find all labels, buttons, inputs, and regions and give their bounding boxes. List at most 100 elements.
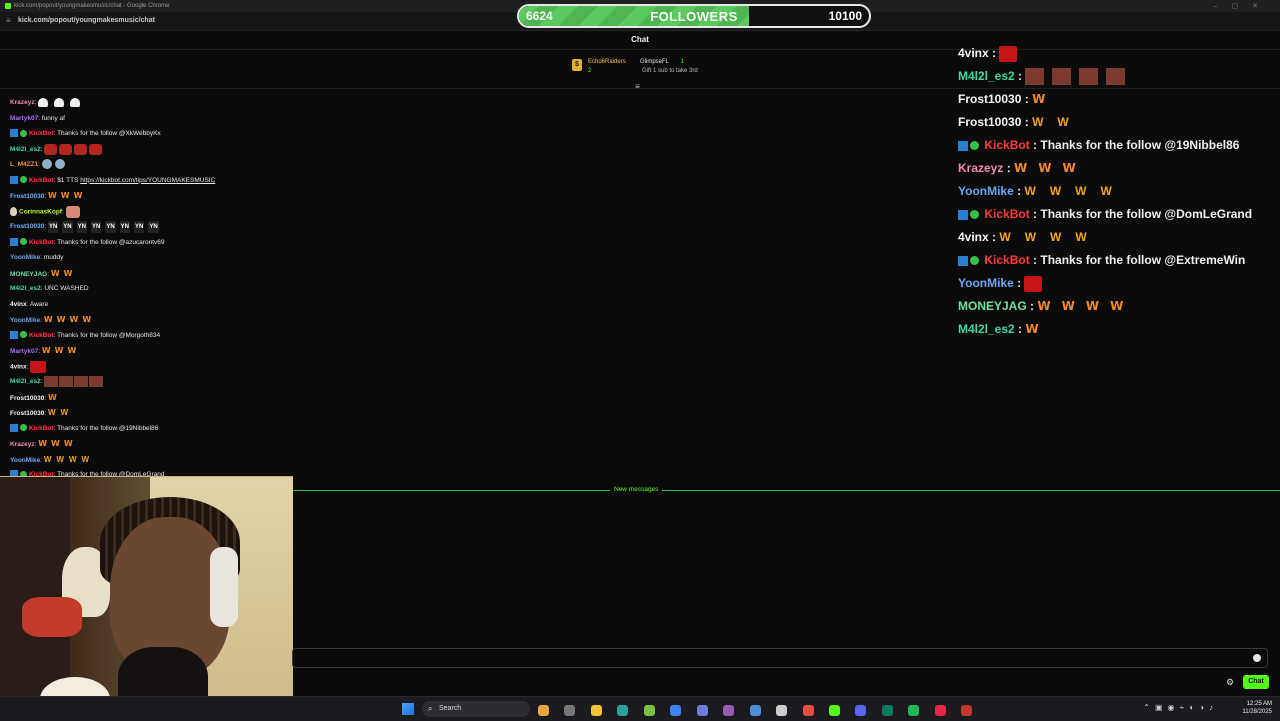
tip-link[interactable]: https://kickbot.com/tips/YOUNGMAKESMUSIC <box>80 177 215 184</box>
username[interactable]: Martyk07 <box>10 115 38 122</box>
username[interactable]: 4vinx <box>10 301 27 308</box>
gifter-1[interactable]: $ Echo6Raiders 2 <box>572 59 626 74</box>
username[interactable]: 4vinx <box>958 46 989 60</box>
username[interactable]: MONEYJAG <box>10 271 47 278</box>
username[interactable]: CorinnasKopf <box>19 208 62 215</box>
app-icon[interactable] <box>670 705 682 716</box>
username[interactable]: KickBot <box>29 130 54 137</box>
edge-icon[interactable] <box>881 705 893 716</box>
send-chat-button[interactable]: Chat <box>1243 675 1269 689</box>
w-emote-icon: W <box>56 315 66 324</box>
username[interactable]: 4vinx <box>958 230 989 244</box>
verified-icon <box>20 176 27 184</box>
w-emote-icon: W <box>82 315 92 324</box>
username[interactable]: Frost10030 <box>958 115 1021 129</box>
angry-emote-icon <box>89 143 103 155</box>
new-messages-label[interactable]: New messages <box>610 486 663 493</box>
gear-icon[interactable]: ⚙ <box>1226 677 1234 688</box>
username[interactable]: L_M4ZZ1 <box>10 161 38 168</box>
username[interactable]: MONEYJAG <box>958 299 1027 313</box>
username[interactable]: YoonMike <box>10 457 40 464</box>
username[interactable]: KickBot <box>29 425 54 432</box>
face-emote-icon <box>59 376 74 387</box>
username[interactable]: Frost10030 <box>10 223 44 230</box>
username[interactable]: KickBot <box>984 253 1029 267</box>
address-url[interactable]: kick.com/popout/youngmakesmusic/chat <box>18 17 155 24</box>
list-item: MONEYJAG: WW <box>10 268 73 278</box>
username[interactable]: Martyk07 <box>10 348 38 355</box>
verified-icon <box>970 256 979 266</box>
spotify-icon[interactable] <box>908 705 920 716</box>
username[interactable]: YoonMike <box>958 184 1014 198</box>
folder-icon[interactable] <box>590 705 602 716</box>
app-icon[interactable] <box>696 705 708 716</box>
username[interactable]: M4l2l_es2 <box>958 322 1015 336</box>
username[interactable]: Frost10030 <box>958 92 1021 106</box>
username[interactable]: KickBot <box>29 332 54 339</box>
list-item: Krazeyz: WWW <box>10 439 73 448</box>
list-item: KickBot: $1 TTS https://kickbot.com/tips… <box>10 175 310 191</box>
username[interactable]: KickBot <box>984 207 1029 221</box>
username[interactable]: M4l2l_es2 <box>958 69 1015 83</box>
list-item: Frost10030 : W <box>958 89 1278 112</box>
site-info-icon[interactable]: ≡ <box>6 16 11 25</box>
app-icon[interactable] <box>828 705 840 716</box>
emoji-icon[interactable] <box>1253 654 1261 662</box>
username[interactable]: Krazeyz <box>958 161 1003 175</box>
taskbar-search[interactable]: ⌕ Search <box>422 701 530 717</box>
message-text: Aware <box>29 300 49 308</box>
username[interactable]: YoonMike <box>958 276 1014 290</box>
w-emote-icon: W <box>73 191 83 200</box>
globe-emote-icon <box>41 159 52 170</box>
face-emote-icon <box>44 376 59 387</box>
username[interactable]: KickBot <box>29 239 54 246</box>
w-emote-icon: W <box>1032 115 1044 129</box>
gifter-2[interactable]: GlimpseFL 1 Gift 1 sub to take 3rd <box>640 59 698 74</box>
username[interactable]: M4l2l_es2 <box>10 378 41 385</box>
discord-icon[interactable] <box>855 705 867 716</box>
username[interactable]: KickBot <box>29 177 54 184</box>
list-item: Frost10030 : WW <box>958 112 1278 135</box>
username[interactable]: 4vinx <box>10 363 27 370</box>
username[interactable]: Frost10030 <box>10 410 44 417</box>
bot-badge-icon <box>10 330 18 339</box>
username[interactable]: Krazeyz <box>10 441 35 448</box>
face-emote-icon <box>1079 68 1099 86</box>
face-emote-icon <box>1025 68 1045 86</box>
gifter-count: 2 <box>588 68 592 74</box>
app-icon[interactable] <box>961 705 973 716</box>
w-emote-icon: W <box>1014 161 1028 175</box>
chrome-icon[interactable] <box>802 705 814 716</box>
username[interactable]: M4l2l_es2 <box>10 285 41 292</box>
yn-emote-icon: YN <box>47 221 59 233</box>
app-icon[interactable] <box>617 705 629 716</box>
username[interactable]: YoonMike <box>10 254 40 261</box>
username[interactable]: Frost10030 <box>10 395 44 402</box>
app-icon[interactable] <box>564 705 576 716</box>
app-icon[interactable] <box>934 705 946 716</box>
verified-icon <box>20 129 27 137</box>
window-controls[interactable]: –▢✕ <box>1214 2 1272 10</box>
username[interactable]: KickBot <box>984 138 1029 152</box>
app-icon[interactable] <box>723 705 735 716</box>
username[interactable]: YoonMike <box>10 317 40 324</box>
username[interactable]: M4l2l_es2 <box>10 146 41 153</box>
app-icon[interactable] <box>749 705 761 716</box>
message-text: Thanks for the follow @DomLeGrand <box>1040 207 1253 221</box>
face-emote-icon <box>1052 68 1072 86</box>
w-emote-icon: W <box>63 439 73 448</box>
follower-goal-bar: 6624 FOLLOWERS 10100 <box>517 4 871 28</box>
app-icon[interactable] <box>643 705 655 716</box>
username[interactable]: Krazeyz <box>10 99 35 106</box>
windows-start-icon[interactable] <box>402 703 414 715</box>
collapse-pinned-icon[interactable]: ≡ <box>635 82 640 91</box>
chat-input[interactable] <box>292 648 1268 668</box>
taskbar-clock[interactable]: 12:25 AM 11/28/2025 <box>1242 700 1272 716</box>
app-icon[interactable] <box>538 705 549 716</box>
headset <box>210 547 238 627</box>
list-item: YoonMike : WWWW <box>958 181 1278 204</box>
system-tray[interactable]: ⌃▣◉⌁◐◑♪ <box>1143 703 1218 712</box>
username[interactable]: Frost10030 <box>10 193 44 200</box>
app-icon[interactable] <box>776 705 788 716</box>
list-item: Martyk07: funny af <box>10 114 65 122</box>
